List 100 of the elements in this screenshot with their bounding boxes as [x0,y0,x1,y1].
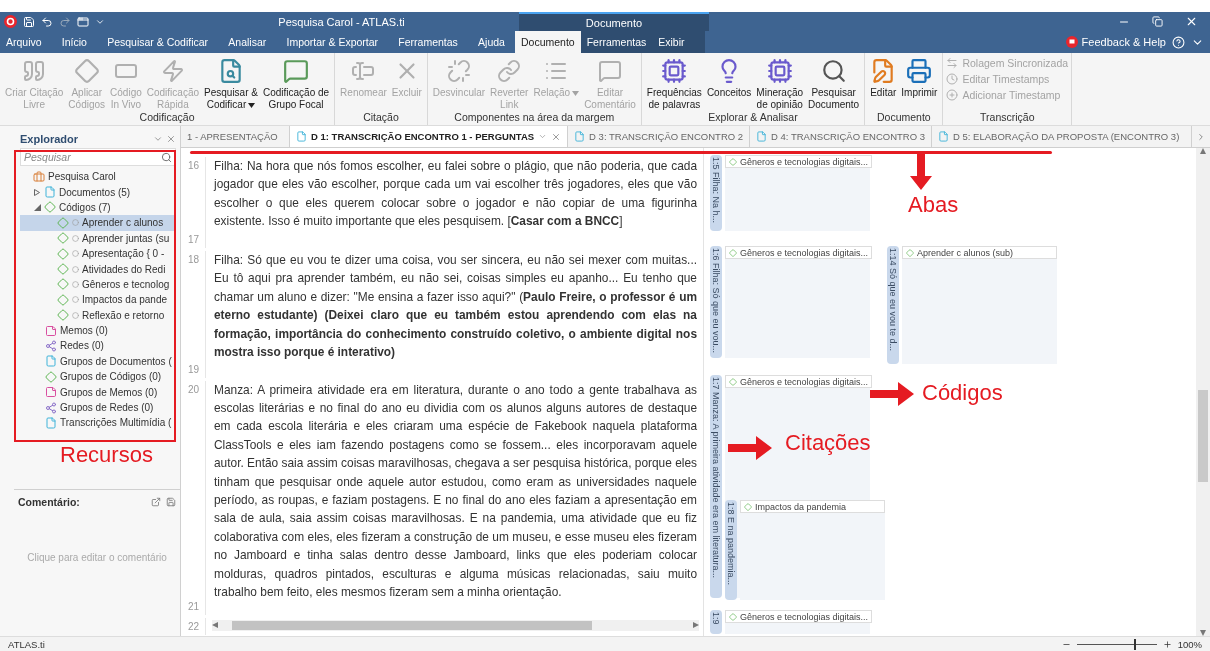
save-icon[interactable] [166,497,176,507]
diamond-icon [57,278,69,291]
expanded-caret-icon[interactable] [34,203,41,211]
tree-item[interactable]: Gêneros e tecnolog [20,276,176,293]
undo-icon[interactable] [41,15,53,28]
document-tab[interactable]: D 5: ELABORAÇÃO DA PROPOSTA (ENCONTRO 3) [932,126,1192,147]
menu-tab[interactable]: Ferramentas [392,31,464,53]
document-icon [45,355,57,368]
document-icon [756,131,768,142]
document-tab[interactable]: D 4: TRANSCRIÇÃO ENCONTRO 3 [750,126,933,147]
code-tag[interactable]: Impactos da pandemia [740,500,885,513]
ribbon-button[interactable]: Pesquisar Documento [806,55,862,111]
ribbon-group-label: Codificação [138,111,196,125]
menu-tab[interactable]: Documento [515,31,581,53]
tree-item[interactable]: Grupos de Códigos (0) [20,369,176,385]
ribbon-button[interactable]: Codificação de Grupo Focal [260,55,332,111]
tree-item[interactable]: Impactos da pande [20,292,176,308]
zoom-level: 100% [1177,638,1202,650]
speech-bubble-icon [283,57,310,85]
window-icon[interactable] [77,15,89,28]
tree-item[interactable]: Códigos (7) [20,199,176,216]
code-tag[interactable]: Aprender c alunos (sub) [902,246,1057,259]
redo-icon[interactable] [59,15,71,28]
ribbon-button[interactable]: Frequências de palavras [644,55,704,111]
close-icon[interactable] [1185,15,1198,28]
scrollbar-thumb[interactable] [232,620,592,630]
vertical-scrollbar[interactable] [1196,148,1210,636]
tree-item[interactable]: Aprender c alunos [20,215,176,231]
circle-icon [72,219,79,227]
tree-item[interactable]: Apresentação { 0 - [20,245,176,262]
tree-item[interactable]: Documentos (5) [20,184,176,200]
quotation-bar[interactable]: 1:8 E na pandemia... [725,500,737,600]
menu-tab[interactable]: Pesquisar & Codificar [101,31,215,53]
menu-tab[interactable]: Início [55,31,93,53]
tree-item[interactable]: Pesquisa Carol [20,169,176,185]
tree-item[interactable]: Atividades do Redi [20,261,176,277]
briefcase-icon [33,170,45,183]
tree-item[interactable]: Transcrições Multimídia ( [20,415,176,431]
tree-item[interactable]: Reflexão e retorno [20,307,176,323]
code-tag[interactable]: Gêneros e tecnologias digitais... [725,155,873,168]
line-number: 17 [181,231,206,249]
diamond-icon [57,293,69,306]
chip-icon [661,57,688,85]
line-number: 21 [181,598,206,615]
help-icon[interactable] [1172,35,1185,49]
quotation-bar[interactable]: 1:6 Filha: Só que eu vou... [710,246,722,358]
search-icon [820,57,847,85]
menu-tab[interactable]: Arquivo [0,31,48,53]
restore-icon[interactable] [1152,16,1163,27]
ribbon-button[interactable]: Mineração de opinião [754,55,806,111]
menu-tab[interactable]: Ajuda [472,31,511,53]
ribbon-button[interactable]: Editar [868,55,899,111]
ribbon-group-label: Explorar & Analisar [707,111,799,125]
scroll-right-icon[interactable] [693,622,699,628]
code-tag[interactable]: Gêneros e tecnologias digitais... [725,375,873,388]
chip-icon [766,57,793,85]
horizontal-scrollbar[interactable] [212,619,699,631]
feedback-help-button[interactable]: Feedback & Help [1065,36,1166,48]
quotation-bar[interactable]: 1:5 Filha: Na h... [710,155,722,231]
tree-item[interactable]: Memos (0) [20,322,176,339]
ribbon-button[interactable]: Pesquisar & Codificar [202,55,260,111]
clock-icon [946,73,959,85]
diamond-icon [45,370,57,383]
quotation-bar[interactable]: 1:7 Manza: A primeira atividade era em literatura... [710,375,722,598]
tree-item[interactable]: Grupos de Documentos ( [20,353,176,370]
line-number: 16 [181,157,206,231]
document-tab[interactable]: D 3: TRANSCRIÇÃO ENCONTRO 2 [568,126,751,147]
close-icon[interactable] [551,131,562,142]
circle-icon [72,234,79,242]
quotation-bar[interactable]: 1:14 Só que eu vou te d... [887,246,899,364]
network-icon [45,340,57,352]
tree-item[interactable]: Aprender juntas (su [20,230,176,246]
dropdown-icon[interactable] [153,134,163,144]
paragraph: Manza: A primeira atividade era em literatura, durante o ano todo a gente trabalhava as escolas literárias e no final do ano eu dividia com os alunos alguns autores de destaque em cada escola literária e eles criaram uma espécie de Fakebook naquela plataforma ClassTools e eles iam fazendo postagens como se fossem... eles incorporavam aquele autor. Então saia assim coisas maravilhosas, chegava a ser pesquisa histórica, porque eles tinham que pesquisar onde aquele autor estudou, como eram as universidades naquele período, as roupas, e faziam postagens. E no final do ano eles faziam a apresentação em sala de aula, saia assim coisas maravilhosas. E na pandemia, uma atividade que eu fiz colaborativa com eles, eles fizeram a construção de um museu, e esse museu eles fizeram no Jamboard e tinha salas dentro desse Jamboard, links que eles poderiam colocar molduras, quadros pintados, esculturas e alguma músicas relacionadas, saiu muito trabalho bem feito, eles mesmos fizeram sem a minha orientação. [213,381,698,602]
scroll-right-icon[interactable] [1196,131,1206,142]
code-tag[interactable]: Gêneros e tecnologias digitais... [725,610,873,623]
scroll-left-icon[interactable] [212,622,218,628]
document-tab[interactable]: D 1: TRANSCRIÇÃO ENCONTRO 1 - PERGUNTAS [290,126,569,147]
file-search-icon [218,57,244,85]
ribbon-button[interactable]: Conceitos [704,55,754,111]
open-external-icon[interactable] [151,497,161,507]
tree-item[interactable]: Grupos de Memos (0) [20,384,176,400]
menu-tab[interactable]: Analisar [222,31,273,53]
scrollbar-thumb[interactable] [1198,390,1208,482]
diamond-icon [729,612,737,621]
arrow-drawing [910,154,932,190]
ribbon-button[interactable]: Imprimir [899,55,940,111]
arrow-drawing [728,436,772,460]
circle-icon [72,280,79,288]
tree-item[interactable]: Redes (0) [20,338,176,354]
window-title: Pesquisa Carol - ATLAS.ti [278,15,405,28]
diamond-icon [44,201,56,214]
quotation-bar[interactable]: 1:9 [710,610,722,634]
zoom-in-icon[interactable] [1162,639,1172,649]
tree-item[interactable]: Grupos de Redes (0) [20,399,176,416]
code-tag[interactable]: Gêneros e tecnologias digitais... [725,246,873,259]
collapsed-caret-icon[interactable] [34,188,41,196]
plus-circle-icon [946,89,959,101]
menu-tab[interactable]: Importar & Exportar [280,31,385,53]
close-icon[interactable] [166,134,176,144]
